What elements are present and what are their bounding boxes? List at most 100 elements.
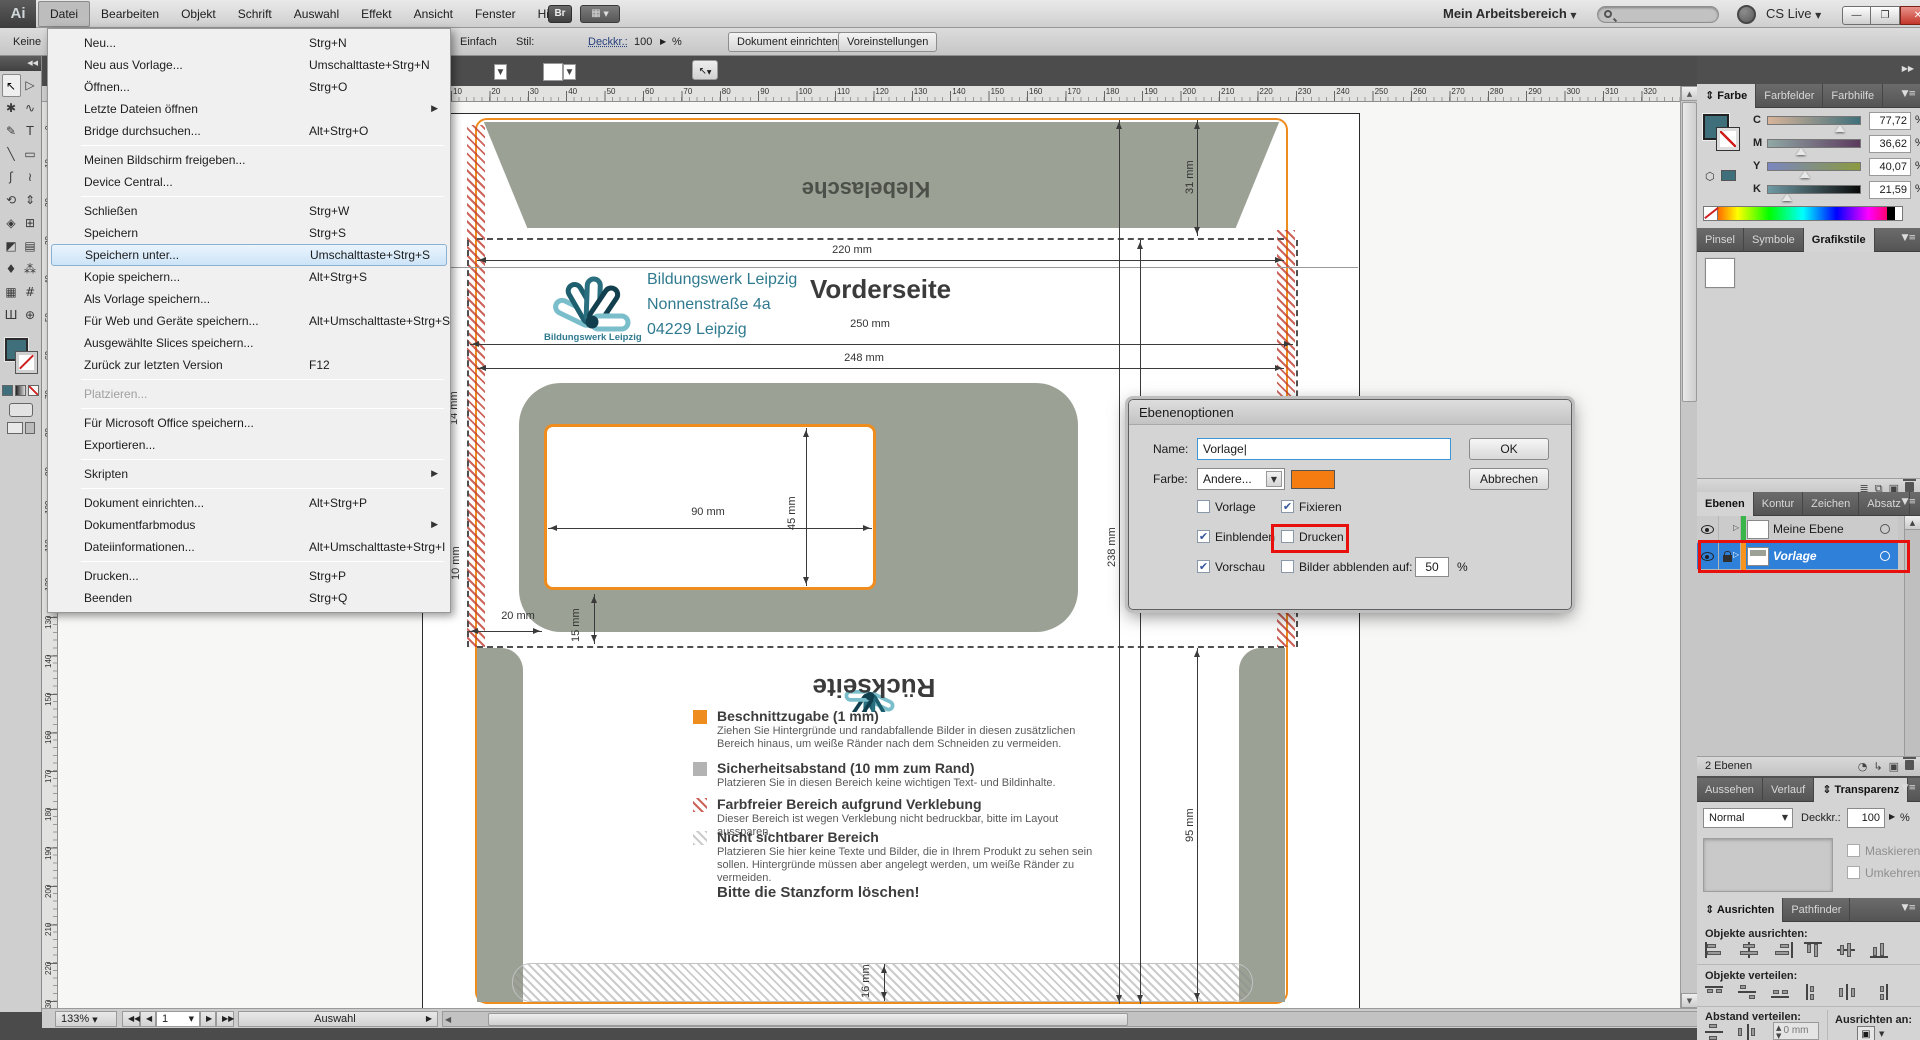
maximize-button[interactable]: ❐ bbox=[1871, 6, 1900, 25]
tab-pinsel[interactable]: Pinsel bbox=[1697, 228, 1744, 252]
chevron-down-icon[interactable]: ▼ bbox=[1879, 1030, 1884, 1038]
menubar-item-ansicht[interactable]: Ansicht bbox=[403, 1, 464, 27]
scrollbar-thumb[interactable] bbox=[1682, 102, 1697, 402]
menu-item-neu[interactable]: Neu...Strg+N bbox=[51, 32, 447, 54]
menubar-item-objekt[interactable]: Objekt bbox=[170, 1, 227, 27]
tool-icon-0[interactable]: ↖ bbox=[2, 74, 21, 97]
dist-top-icon[interactable] bbox=[1705, 984, 1727, 1000]
menu-item-speichern[interactable]: SpeichernStrg+S bbox=[51, 222, 447, 244]
menu-item-drucken[interactable]: Drucken...Strg+P bbox=[51, 565, 447, 587]
menubar-item-bearbeiten[interactable]: Bearbeiten bbox=[90, 1, 170, 27]
spinner-icons[interactable]: ▲▼ bbox=[1776, 1024, 1781, 1040]
color-button[interactable] bbox=[2, 385, 13, 396]
menu-item-dateiinformationen[interactable]: Dateiinformationen...Alt+Umschalttaste+S… bbox=[51, 536, 447, 558]
cube-icon[interactable]: ⬡ bbox=[1705, 170, 1715, 183]
layer-name[interactable]: Meine Ebene bbox=[1773, 522, 1844, 536]
scroll-left-icon[interactable]: ◀ bbox=[445, 1012, 451, 1027]
tab-zeichen[interactable]: Zeichen bbox=[1803, 492, 1859, 516]
tool-icon-7[interactable]: ▭ bbox=[21, 143, 40, 166]
screen-mode-button[interactable] bbox=[7, 422, 23, 434]
menu-item-ausgewählte-slices-speichern[interactable]: Ausgewählte Slices speichern... bbox=[51, 332, 447, 354]
menu-item-kopie-speichern[interactable]: Kopie speichern...Alt+Strg+S bbox=[51, 266, 447, 288]
tool-icon-9[interactable]: ≀ bbox=[21, 166, 40, 189]
menu-item-platzieren[interactable]: Platzieren... bbox=[51, 383, 447, 405]
align-left-icon[interactable] bbox=[1705, 942, 1727, 958]
slider-knob[interactable] bbox=[1800, 171, 1810, 178]
dialog-title[interactable]: Ebenenoptionen bbox=[1129, 400, 1571, 425]
vorschau-checkbox-label[interactable]: Vorschau bbox=[1215, 560, 1265, 574]
stroke-swatch[interactable] bbox=[1717, 128, 1739, 150]
align-bottom-icon[interactable] bbox=[1870, 942, 1892, 958]
screen-mode-button-2[interactable] bbox=[25, 422, 35, 434]
vorschau-checkbox[interactable]: ✔ bbox=[1197, 560, 1210, 573]
select-similar-button[interactable]: ↖▼ bbox=[692, 60, 718, 80]
align-top-icon[interactable] bbox=[1804, 942, 1826, 958]
align-right-icon[interactable] bbox=[1771, 942, 1793, 958]
fill-stroke-indicator[interactable] bbox=[1, 336, 41, 382]
vertical-scrollbar[interactable]: ▲ ▼ bbox=[1680, 86, 1697, 1008]
search-input[interactable] bbox=[1597, 6, 1719, 23]
layer-row-meine-ebene[interactable]: ▷Meine Ebene bbox=[1697, 516, 1898, 543]
align-vcenter-icon[interactable] bbox=[1837, 942, 1859, 958]
tool-icon-16[interactable]: ♦ bbox=[2, 258, 21, 281]
menu-item-device-central[interactable]: Device Central... bbox=[51, 171, 447, 193]
menubar-item-datei[interactable]: Datei bbox=[38, 1, 90, 27]
layer-color-swatch[interactable] bbox=[1291, 470, 1335, 489]
stroke-swatch[interactable] bbox=[16, 352, 37, 373]
blend-mode-select[interactable]: Normal▼ bbox=[1703, 808, 1793, 828]
draw-mode-button[interactable] bbox=[9, 403, 33, 417]
space-v-icon[interactable] bbox=[1705, 1024, 1727, 1040]
tool-icon-10[interactable]: ⟲ bbox=[2, 189, 21, 212]
scrollbar-thumb[interactable] bbox=[488, 1013, 1128, 1026]
tool-icon-8[interactable]: ʃ bbox=[2, 166, 21, 189]
delete-icon[interactable] bbox=[1905, 482, 1914, 492]
menu-item-dokumentfarbmodus[interactable]: Dokumentfarbmodus▶ bbox=[51, 514, 447, 536]
menubar-item-fenster[interactable]: Fenster bbox=[464, 1, 527, 27]
tab-kontur[interactable]: Kontur bbox=[1754, 492, 1803, 516]
tool-icon-5[interactable]: T bbox=[21, 120, 40, 143]
new-sublayer-icon[interactable]: ↳ bbox=[1873, 760, 1882, 774]
chevron-down-icon[interactable]: ▼ bbox=[563, 64, 576, 80]
dist-hcenter-icon[interactable] bbox=[1837, 984, 1859, 1000]
panel-menu-icon[interactable]: ▼≡ bbox=[1902, 497, 1916, 507]
menu-item-neu-aus-vorlage[interactable]: Neu aus Vorlage...Umschalttaste+Strg+N bbox=[51, 54, 447, 76]
graphic-style-thumbnail[interactable] bbox=[1705, 258, 1735, 288]
black-swatch[interactable] bbox=[1887, 207, 1895, 220]
slider-knob[interactable] bbox=[1782, 194, 1792, 201]
menu-item-zurück-zur-letzten-version[interactable]: Zurück zur letzten VersionF12 bbox=[51, 354, 447, 376]
tab-farbhilfe[interactable]: Farbhilfe bbox=[1823, 84, 1883, 108]
menu-item-für-web-und-geräte-speichern[interactable]: Für Web und Geräte speichern...Alt+Umsch… bbox=[51, 310, 447, 332]
align-to-button[interactable]: ▣ bbox=[1857, 1026, 1875, 1040]
align-hcenter-icon[interactable] bbox=[1738, 942, 1760, 958]
ok-button[interactable]: OK bbox=[1469, 438, 1549, 460]
arrange-documents-button[interactable]: ▦ ▼ bbox=[580, 5, 620, 23]
tab-farbe[interactable]: ⇕ Farbe bbox=[1697, 84, 1756, 108]
abblenden-checkbox-label[interactable]: Bilder abblenden auf: bbox=[1299, 560, 1412, 574]
tool-icon-21[interactable]: ⊕ bbox=[21, 304, 40, 327]
style-swatch[interactable] bbox=[543, 63, 563, 81]
einblenden-checkbox[interactable]: ✔ bbox=[1197, 530, 1210, 543]
tool-icon-6[interactable]: ╲ bbox=[2, 143, 21, 166]
new-layer-icon[interactable]: ▣ bbox=[1889, 760, 1899, 774]
minimize-button[interactable]: — bbox=[1842, 6, 1871, 25]
dist-vcenter-icon[interactable] bbox=[1738, 984, 1760, 1000]
tab-ausrichten[interactable]: ⇕ Ausrichten bbox=[1697, 898, 1783, 922]
dist-bottom-icon[interactable] bbox=[1771, 984, 1793, 1000]
tool-icon-1[interactable]: ▷ bbox=[21, 74, 40, 97]
tool-icon-2[interactable]: ✱ bbox=[2, 97, 21, 120]
tab-ebenen[interactable]: Ebenen bbox=[1697, 492, 1754, 516]
prev-page-button[interactable]: ◀ bbox=[140, 1011, 156, 1027]
tab-pathfinder[interactable]: Pathfinder bbox=[1783, 898, 1850, 922]
tab-symbole[interactable]: Symbole bbox=[1744, 228, 1804, 252]
fixieren-checkbox-label[interactable]: Fixieren bbox=[1299, 500, 1342, 514]
panel-menu-icon[interactable]: ▼≡ bbox=[1902, 89, 1916, 99]
layer-options-dialog[interactable]: Ebenenoptionen Name: Vorlage| OK Farbe: … bbox=[1128, 399, 1572, 610]
tool-icon-12[interactable]: ◈ bbox=[2, 212, 21, 235]
menu-item-dokument-einrichten[interactable]: Dokument einrichten...Alt+Strg+P bbox=[51, 492, 447, 514]
deckkr-link[interactable]: Deckkr.: bbox=[588, 28, 628, 56]
chevron-down-icon[interactable]: ▼ bbox=[494, 64, 507, 80]
channel-slider[interactable] bbox=[1767, 162, 1861, 171]
status-tool-indicator[interactable]: Auswahl▶ bbox=[238, 1011, 438, 1027]
eye-icon[interactable] bbox=[1701, 525, 1714, 534]
preferences-button[interactable]: Voreinstellungen bbox=[838, 32, 937, 52]
